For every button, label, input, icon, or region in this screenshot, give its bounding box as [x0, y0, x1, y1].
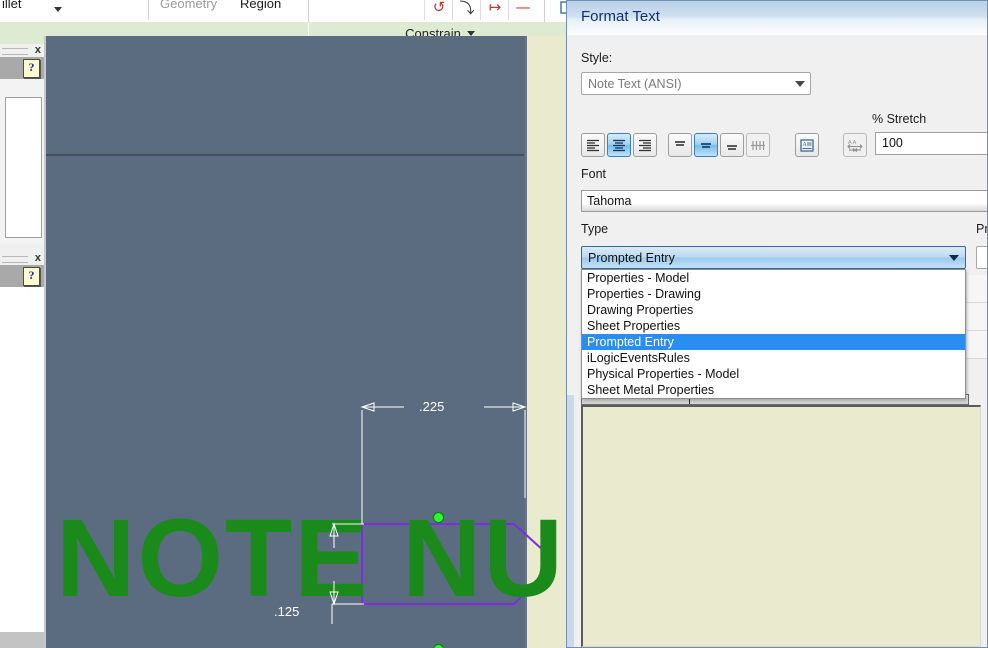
offset-icon[interactable]: ↺: [424, 0, 453, 20]
dock-panel-upper-titlebar[interactable]: x: [0, 44, 44, 57]
ribbon-item-geometry[interactable]: Geometry: [160, 0, 217, 11]
vertical-dimension-value[interactable]: .125: [274, 604, 299, 619]
format-text-dialog: Format Text Style: Note Text (ANSI) % St…: [566, 0, 988, 648]
property-row-3: [967, 331, 987, 359]
dropdown-item-prompted-entry[interactable]: Prompted Entry: [582, 334, 965, 350]
ribbon-item-fillet[interactable]: illet: [2, 0, 22, 11]
property-input[interactable]: [976, 246, 987, 269]
line-spacing-button[interactable]: [746, 133, 770, 157]
type-combo-value: Prompted Entry: [588, 250, 675, 265]
dialog-left-gutter: [567, 395, 574, 647]
style-combo[interactable]: Note Text (ANSI): [581, 72, 811, 95]
dock-panel-upper-body: [0, 79, 44, 244]
valign-top-button[interactable]: [668, 133, 692, 157]
font-label: Font: [581, 167, 607, 181]
arc-tangent-icon[interactable]: ⤵: [452, 0, 481, 20]
dialog-titlebar[interactable]: Format Text: [567, 1, 987, 36]
type-dropdown-list[interactable]: Properties - Model Properties - Drawing …: [581, 269, 966, 399]
close-icon[interactable]: x: [35, 44, 41, 57]
font-input[interactable]: Tahoma: [581, 190, 987, 212]
ribbon-divider-3: [544, 0, 545, 22]
dropdown-item-sheet-metal-properties[interactable]: Sheet Metal Properties: [582, 382, 965, 398]
dropdown-item-ilogiceventsrules[interactable]: iLogicEventsRules: [582, 350, 965, 366]
dock-grip[interactable]: [2, 256, 28, 263]
extend-icon[interactable]: ↦: [480, 0, 509, 20]
chevron-down-icon[interactable]: [943, 254, 965, 261]
style-combo-value: Note Text (ANSI): [588, 76, 682, 91]
dock-panel-lower-body: [0, 287, 44, 632]
fillet-dropdown-caret[interactable]: [54, 7, 62, 12]
stretch-label: % Stretch: [872, 112, 927, 126]
align-center-button[interactable]: [607, 133, 631, 157]
dock-panel-upper: x ?: [0, 44, 44, 244]
close-icon[interactable]: x: [35, 252, 41, 265]
property-row-1: [967, 275, 987, 303]
dropdown-item-physical-properties-model[interactable]: Physical Properties - Model: [582, 366, 965, 382]
dropdown-item-drawing-properties[interactable]: Drawing Properties: [582, 302, 965, 318]
align-right-button[interactable]: [633, 133, 657, 157]
left-dock: x ? x ?: [0, 44, 44, 648]
svg-text:A: A: [803, 142, 808, 148]
help-icon[interactable]: ?: [23, 267, 40, 286]
constrain-dropdown-caret[interactable]: [466, 30, 475, 36]
dimension-layer: [329, 402, 527, 624]
type-label: Type: [581, 222, 609, 236]
sketch-handle-bottom[interactable]: [433, 644, 444, 648]
horizontal-dimension-value[interactable]: .225: [419, 399, 444, 414]
type-combo[interactable]: Prompted Entry: [581, 246, 966, 269]
sketch-handle-top[interactable]: [433, 512, 444, 523]
stretch-input[interactable]: 100: [875, 132, 987, 155]
align-left-button[interactable]: [581, 133, 605, 157]
dock-panel-lower-toolbar: ?: [0, 265, 44, 287]
dock-panel-upper-toolbar: ?: [0, 57, 44, 79]
style-label: Style:: [581, 51, 613, 65]
chevron-down-icon[interactable]: [790, 80, 810, 87]
dialog-title: Format Text: [581, 8, 660, 25]
dialog-body: Style: Note Text (ANSI) % Stretch A A A …: [567, 35, 987, 647]
property-row-2: [967, 303, 987, 331]
model-browser-tree[interactable]: [5, 97, 42, 238]
dropdown-item-properties-model[interactable]: Properties - Model: [582, 270, 965, 286]
text-editor-area[interactable]: [581, 405, 981, 647]
dropdown-item-properties-drawing[interactable]: Properties - Drawing: [582, 286, 965, 302]
text-stretch-button[interactable]: A A: [843, 133, 867, 157]
valign-middle-button[interactable]: [694, 133, 718, 157]
ribbon-divider-1: [148, 0, 149, 20]
trim-icon[interactable]: —: [508, 0, 537, 20]
ribbon-divider-2: [308, 0, 309, 22]
dock-panel-lower-titlebar[interactable]: x: [0, 252, 44, 265]
valign-bottom-button[interactable]: [720, 133, 744, 157]
insert-symbol-button[interactable]: A: [795, 133, 819, 157]
drawing-canvas[interactable]: NOTE NUM .225 .125: [44, 36, 572, 648]
dock-grip[interactable]: [2, 48, 28, 55]
property-label: Pr: [976, 222, 988, 236]
help-icon[interactable]: ?: [23, 59, 40, 78]
dock-panel-lower-footer: [0, 632, 44, 648]
ribbon-item-region[interactable]: Region: [240, 0, 281, 11]
dock-panel-lower: x ?: [0, 244, 44, 648]
dropdown-item-sheet-properties[interactable]: Sheet Properties: [582, 318, 965, 334]
